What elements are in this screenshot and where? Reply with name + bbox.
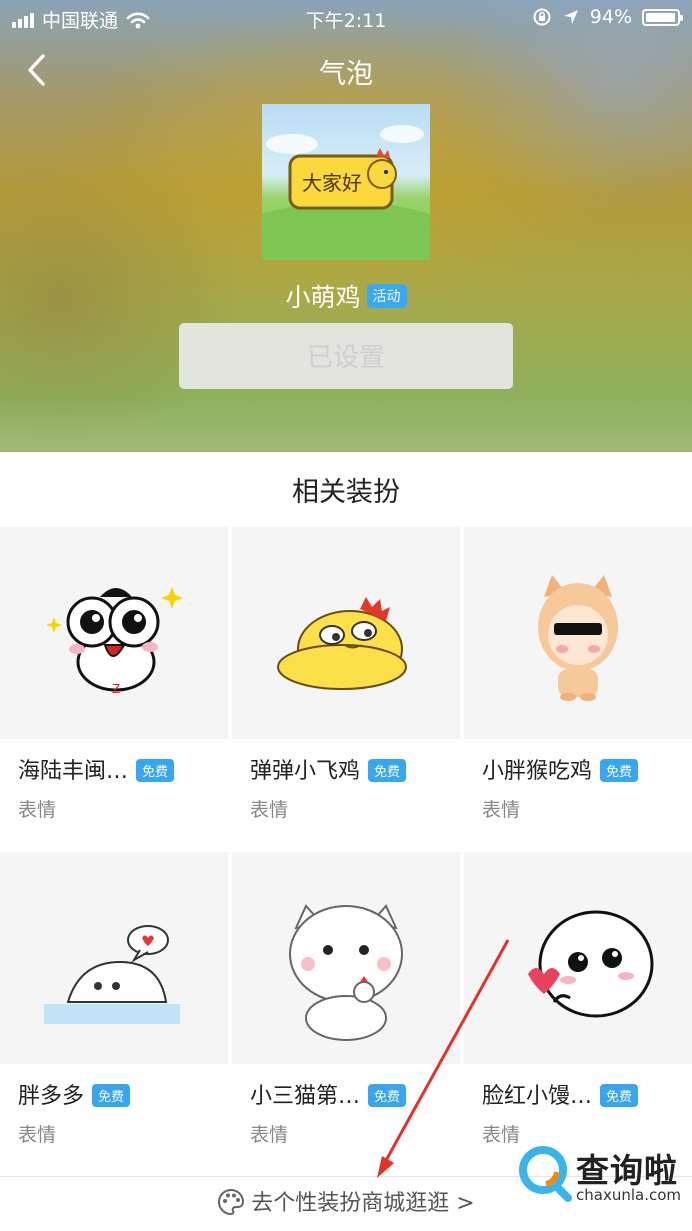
watermark-logo: 查询啦 chaxunla.com (516, 1142, 692, 1206)
card-name: 海陆丰闽… (18, 759, 129, 784)
sticker-thumbnail (0, 852, 228, 1064)
card-name: 脸红小馒… (482, 1084, 593, 1109)
location-icon (563, 10, 578, 24)
card-name: 弹弹小飞鸡 (250, 759, 361, 784)
bubble-text: 大家好 (302, 171, 362, 195)
card-name: 小三猫第… (250, 1084, 361, 1109)
item-title: 小萌鸡 活动 (0, 278, 692, 314)
activity-badge: 活动 (366, 284, 407, 308)
header-hero: 中国联通 下午2:11 94% 气泡 大家好 小萌鸡 活动 已设置 (0, 0, 692, 452)
free-badge: 免费 (600, 1083, 639, 1107)
svg-text:Z: Z (112, 682, 120, 696)
sticker-thumbnail: Z (0, 527, 228, 739)
magnifier-icon (519, 1146, 572, 1202)
bubble-preview-image: 大家好 (262, 104, 430, 260)
status-bar: 中国联通 下午2:11 94% (0, 0, 692, 36)
card-name: 胖多多 (18, 1084, 85, 1109)
related-card[interactable]: 胖多多 免费 表情 (0, 852, 228, 1172)
battery-icon (642, 8, 683, 26)
card-name: 小胖猴吃鸡 (482, 759, 593, 784)
related-card[interactable]: 小三猫第… 免费 表情 (232, 852, 460, 1172)
card-type: 表情 (18, 1124, 57, 1146)
related-card[interactable]: 小胖猴吃鸡 免费 表情 (464, 527, 692, 847)
sticker-thumbnail (464, 527, 692, 739)
card-type: 表情 (250, 799, 289, 821)
sticker-thumbnail (232, 527, 460, 739)
related-card[interactable]: Z 海陆丰闽… 免费 表情 (0, 527, 228, 847)
sticker-thumbnail (464, 852, 692, 1064)
free-badge: 免费 (136, 758, 175, 782)
related-card[interactable]: 弹弹小飞鸡 免费 表情 (232, 527, 460, 847)
sticker-thumbnail (232, 852, 460, 1064)
mall-link-label: 去个性装扮商城逛逛 > (251, 1191, 475, 1216)
free-badge: 免费 (600, 758, 639, 782)
battery-percent: 94% (589, 6, 632, 28)
free-badge: 免费 (92, 1083, 131, 1107)
page-title: 气泡 (319, 59, 373, 90)
watermark-brand: 查询啦 (576, 1151, 678, 1190)
card-type: 表情 (482, 1124, 521, 1146)
item-name-label: 小萌鸡 (285, 283, 361, 312)
card-type: 表情 (482, 799, 521, 821)
card-type: 表情 (18, 799, 57, 821)
palette-icon (218, 1188, 245, 1216)
free-badge: 免费 (368, 758, 407, 782)
related-section-title: 相关装扮 (292, 477, 400, 508)
free-badge: 免费 (368, 1083, 407, 1107)
card-type: 表情 (250, 1124, 289, 1146)
related-card[interactable]: 脸红小馒… 免费 表情 (464, 852, 692, 1172)
set-status-button[interactable]: 已设置 (179, 323, 513, 389)
rotation-lock-icon (533, 8, 551, 26)
watermark-domain: chaxunla.com (576, 1186, 681, 1204)
